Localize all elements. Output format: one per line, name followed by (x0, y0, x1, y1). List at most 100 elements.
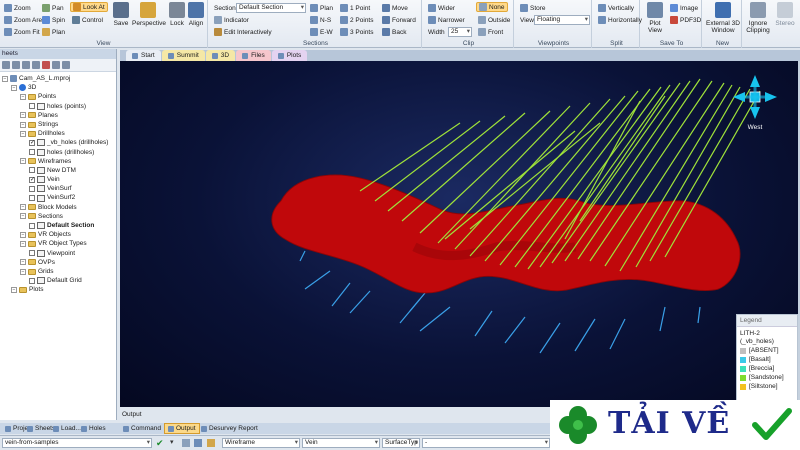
history-icon[interactable] (194, 439, 202, 447)
wider-button[interactable]: Wider (426, 3, 457, 13)
tree-item[interactable]: − VR Objects (0, 230, 116, 239)
tree-item[interactable]: − OVPs (0, 258, 116, 267)
bottom-tab-command[interactable]: Command (120, 423, 164, 434)
options-icon[interactable] (207, 439, 215, 447)
ignore-clipping-button[interactable]: Ignore Clipping (744, 2, 772, 36)
store-viewpoint-button[interactable]: Store (518, 3, 548, 13)
bottom-tab-output[interactable]: Output (164, 423, 200, 434)
tree-item[interactable]: − Strings (0, 120, 116, 129)
tree-item[interactable]: Default Section (0, 221, 116, 230)
tree-item[interactable]: − Planes (0, 111, 116, 120)
clip-none-button[interactable]: None (476, 2, 508, 12)
tree-item[interactable]: − Grids (0, 267, 116, 276)
width-spinner[interactable]: 25 (448, 27, 472, 37)
vein-surface[interactable] (271, 174, 741, 294)
view-cube[interactable]: West (733, 75, 777, 131)
properties-icon[interactable] (52, 61, 60, 69)
look-at-button[interactable]: Look At (70, 2, 108, 12)
tree-item[interactable]: − Block Models (0, 203, 116, 212)
tree-item[interactable]: holes (points) (0, 102, 116, 111)
expand-toggle-icon[interactable]: − (20, 130, 26, 137)
tree-item[interactable]: Default Grid (0, 276, 116, 285)
visibility-checkbox[interactable] (29, 250, 35, 257)
dropdown-icon[interactable]: ▾ (170, 438, 180, 448)
visibility-checkbox[interactable] (29, 185, 35, 192)
new-folder-icon[interactable] (32, 61, 40, 69)
tree-item[interactable]: − Cam_AS_L.mproj (0, 74, 116, 83)
visibility-checkbox[interactable] (29, 149, 35, 156)
ew-section-button[interactable]: E-W (308, 27, 335, 37)
visibility-checkbox[interactable] (29, 277, 35, 284)
tree-item[interactable]: − Points (0, 92, 116, 101)
one-point-button[interactable]: 1 Point (338, 3, 372, 13)
filter-icon[interactable] (62, 61, 70, 69)
tree-item[interactable]: − 3D (0, 83, 116, 92)
expand-toggle-icon[interactable]: − (20, 112, 26, 119)
tab-3d[interactable]: 3D (205, 50, 236, 61)
object-type-select[interactable]: Wireframe (222, 438, 300, 448)
tree-item[interactable]: − VR Object Types (0, 239, 116, 248)
tree-item[interactable]: − Drillholes (0, 129, 116, 138)
command-input[interactable]: vein-from-samples (2, 438, 152, 448)
3d-viewport[interactable]: West (120, 61, 798, 407)
align-button[interactable]: Align (184, 2, 208, 36)
expand-icon[interactable] (2, 61, 10, 69)
tree-item[interactable]: − Wireframes (0, 157, 116, 166)
visibility-checkbox[interactable] (29, 167, 35, 174)
indicator-button[interactable]: Indicator (212, 15, 251, 25)
visibility-checkbox[interactable]: ✓ (29, 176, 35, 183)
two-points-button[interactable]: 2 Points (338, 15, 376, 25)
expand-toggle-icon[interactable]: − (20, 268, 26, 275)
tree-item[interactable]: ✓ _vb_holes (drillholes) (0, 138, 116, 147)
tab-summit[interactable]: Summit (161, 50, 205, 61)
expand-toggle-icon[interactable]: − (20, 93, 26, 100)
control-button[interactable]: Control (70, 15, 105, 25)
object-select[interactable]: Vein (302, 438, 380, 448)
forward-button[interactable]: Forward (380, 15, 418, 25)
stereo-button[interactable]: Stereo (772, 2, 798, 36)
bottom-tab-holes[interactable]: Holes (78, 423, 109, 434)
attribute-select[interactable]: SurfaceTyp (382, 438, 420, 448)
value-select[interactable]: - (422, 438, 550, 448)
expand-toggle-icon[interactable]: − (20, 158, 26, 165)
tree-item[interactable]: − Sections (0, 212, 116, 221)
narrower-button[interactable]: Narrower (426, 15, 467, 25)
save-pdf3d-button[interactable]: PDF3D (668, 15, 703, 25)
perspective-button[interactable]: Perspective (132, 2, 166, 36)
plot-view-button[interactable]: Plot View (644, 2, 666, 36)
tree-item[interactable]: VeinSurf2 (0, 193, 116, 202)
split-horizontally-button[interactable]: Horizontally (596, 15, 644, 25)
tree-item[interactable]: − Plots (0, 285, 116, 294)
zoom-fit-button[interactable]: Zoom Fit (2, 27, 42, 37)
bottom-tab-desurvey-report[interactable]: Desurvey Report (198, 423, 261, 434)
expand-toggle-icon[interactable]: − (20, 204, 26, 211)
expand-toggle-icon[interactable]: − (20, 121, 26, 128)
3d-scene[interactable]: West (120, 61, 798, 407)
clip-outside-button[interactable]: Outside (476, 15, 512, 25)
clear-icon[interactable] (182, 439, 190, 447)
back-button[interactable]: Back (380, 27, 408, 37)
ns-section-button[interactable]: N-S (308, 15, 333, 25)
tab-start[interactable]: Start (126, 50, 161, 61)
external-3d-window-button[interactable]: External 3D Window (706, 2, 740, 36)
expand-toggle-icon[interactable]: − (11, 286, 17, 293)
tree-item[interactable]: Viewpoint (0, 249, 116, 258)
move-button[interactable]: Move (380, 3, 410, 13)
split-vertically-button[interactable]: Vertically (596, 3, 636, 13)
tree-item[interactable]: holes (drillholes) (0, 148, 116, 157)
save-image-button[interactable]: Image (668, 3, 700, 13)
view-select[interactable]: Floating (534, 15, 590, 25)
expand-toggle-icon[interactable]: − (2, 75, 8, 82)
expand-toggle-icon[interactable]: − (20, 231, 26, 238)
clip-front-button[interactable]: Front (476, 27, 505, 37)
tab-plots[interactable]: Plots (271, 50, 308, 61)
expand-toggle-icon[interactable]: − (20, 213, 26, 220)
collapse-icon[interactable] (12, 61, 20, 69)
tree-item[interactable]: VeinSurf (0, 184, 116, 193)
save-view-button[interactable]: Save (108, 2, 134, 36)
tree-item[interactable]: ✓ Vein (0, 175, 116, 184)
visibility-checkbox[interactable] (29, 222, 35, 229)
refresh-icon[interactable] (22, 61, 30, 69)
three-points-button[interactable]: 3 Points (338, 27, 376, 37)
tree-item[interactable]: New DTM (0, 166, 116, 175)
